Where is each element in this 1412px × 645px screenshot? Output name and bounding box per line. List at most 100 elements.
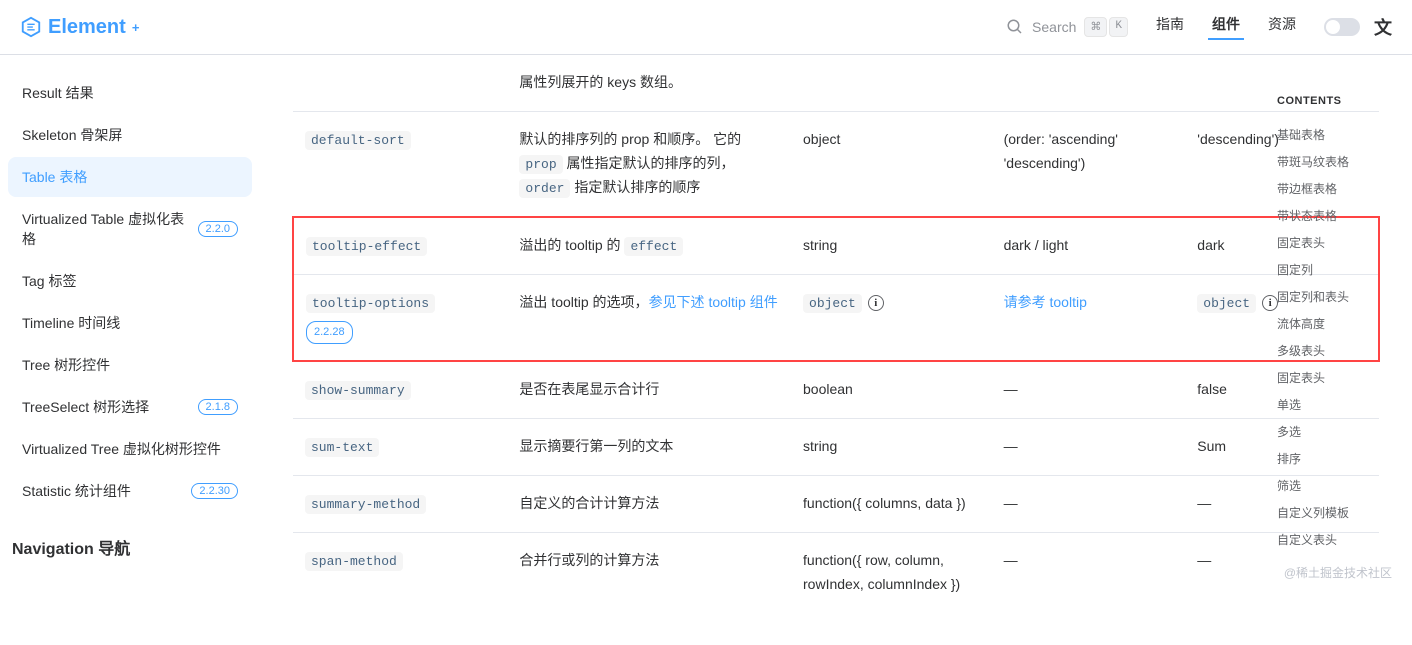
sidebar-item[interactable]: Skeleton 骨架屏 [8,115,252,155]
prop-accepted-cell: — [992,532,1186,612]
sidebar-item[interactable]: Virtualized Tree 虚拟化树形控件 [8,429,252,469]
doc-link[interactable]: 请参考 tooltip [1004,294,1087,310]
version-badge: 2.2.0 [198,221,238,237]
header-nav: 指南组件资源 [1152,14,1300,40]
prop-name-cell: show-summary [293,361,507,419]
toc-item[interactable]: 多级表头 [1277,337,1402,364]
toc-sidebar: CONTENTS 基础表格带斑马纹表格带边框表格带状态表格固定表头固定列固定列和… [1267,55,1412,573]
prop-name-cell: summary-method [293,475,507,532]
prop-accepted-cell: — [992,361,1186,419]
prop-accepted-cell: (order: 'ascending' 'descending') [992,111,1186,216]
prop-accepted-cell [992,55,1186,111]
inline-code: prop [519,155,562,174]
inline-code: order [519,179,570,198]
language-switch-icon[interactable]: 文 [1374,14,1392,40]
toc-item[interactable]: 带状态表格 [1277,202,1402,229]
nav-link-组件[interactable]: 组件 [1208,14,1244,40]
toc-item[interactable]: 固定表头 [1277,364,1402,391]
toc-item[interactable]: 多选 [1277,418,1402,445]
table-row: default-sort默认的排序列的 prop 和顺序。 它的 prop 属性… [293,111,1379,216]
sidebar-item[interactable]: Statistic 统计组件2.2.30 [8,471,252,511]
prop-desc-cell: 溢出的 tooltip 的 effect [507,217,791,275]
table-row: show-summary是否在表尾显示合计行boolean—false [293,361,1379,419]
prop-accepted-cell: 请参考 tooltip [992,274,1186,360]
toc-item[interactable]: 排序 [1277,445,1402,472]
version-badge: 2.1.8 [198,399,238,415]
toc-item[interactable]: 带边框表格 [1277,175,1402,202]
toc-item[interactable]: 固定列 [1277,256,1402,283]
sidebar-item[interactable]: Tree 树形控件 [8,345,252,385]
sidebar-item[interactable]: TreeSelect 树形选择 2.1.8 [8,387,252,427]
prop-desc-cell: 是否在表尾显示合计行 [507,361,791,419]
prop-name: show-summary [305,381,411,400]
prop-accepted-cell: — [992,475,1186,532]
prop-desc-cell: 合并行或列的计算方法 [507,532,791,612]
sidebar-item[interactable]: Tag 标签 [8,261,252,301]
prop-desc-cell: 溢出 tooltip 的选项，参见下述 tooltip 组件 [507,274,791,360]
table-row: sum-text显示摘要行第一列的文本string—Sum [293,418,1379,475]
api-table: 属性列展开的 keys 数组。default-sort默认的排序列的 prop … [292,55,1380,613]
search-label: Search [1032,19,1076,35]
prop-name: default-sort [305,131,411,150]
main-content: 属性列展开的 keys 数组。default-sort默认的排序列的 prop … [260,55,1412,645]
prop-desc-cell: 显示摘要行第一列的文本 [507,418,791,475]
sidebar-item-label: Virtualized Tree 虚拟化树形控件 [22,439,221,459]
sidebar-item-label: Table 表格 [22,167,87,187]
watermark: @稀土掘金技术社区 [1284,564,1392,581]
sidebar-left: Result 结果 Skeleton 骨架屏 Table 表格 Virtualized… [0,55,260,645]
nav-link-指南[interactable]: 指南 [1152,14,1188,40]
info-icon[interactable]: i [868,295,884,311]
prop-name-cell [293,55,507,111]
sidebar-item-label: Statistic 统计组件 [22,481,131,501]
prop-name-cell: tooltip-options2.2.28 [293,274,507,360]
toc-item[interactable]: 自定义表头 [1277,526,1402,553]
sidebar-item-label: Virtualized Table 虚拟化表格 [22,209,198,249]
sidebar-item[interactable]: Table 表格 [8,157,252,197]
prop-accepted-cell: dark / light [992,217,1186,275]
prop-name: summary-method [305,495,426,514]
prop-type-cell: function({ columns, data }) [791,475,992,532]
toc-item[interactable]: 筛选 [1277,472,1402,499]
nav-link-资源[interactable]: 资源 [1264,14,1300,40]
search-box[interactable]: Search ⌘ K [1006,17,1128,37]
table-row: tooltip-options2.2.28溢出 tooltip 的选项，参见下述… [293,274,1379,360]
prop-accepted-cell: — [992,418,1186,475]
inline-code: object [1197,294,1256,313]
toc-item[interactable]: 固定列和表头 [1277,283,1402,310]
logo-plus: + [132,20,140,35]
table-row: summary-method 自定义的合计计算方法function({ colum… [293,475,1379,532]
toc-item[interactable]: 单选 [1277,391,1402,418]
table-row: 属性列展开的 keys 数组。 [293,55,1379,111]
theme-toggle[interactable] [1324,18,1360,36]
app-header: Element + Search ⌘ K 指南组件资源 文 [0,0,1412,55]
sidebar-item[interactable]: Result 结果 [8,73,252,113]
prop-name-cell: default-sort [293,111,507,216]
toc-item[interactable]: 自定义列模板 [1277,499,1402,526]
prop-type-cell: string [791,418,992,475]
prop-type-cell: objecti [791,274,992,360]
prop-type-cell: function({ row, column, rowIndex, column… [791,532,992,612]
prop-name: span-method [305,552,403,571]
sidebar-item-label: Timeline 时间线 [22,313,120,333]
prop-name-cell: span-method [293,532,507,612]
toc-item[interactable]: 固定表头 [1277,229,1402,256]
logo[interactable]: Element + [20,16,139,39]
prop-name-cell: tooltip-effect [293,217,507,275]
toc-item[interactable]: 流体高度 [1277,310,1402,337]
prop-type-cell [791,55,992,111]
prop-type-cell: object [791,111,992,216]
prop-name-cell: sum-text [293,418,507,475]
sidebar-item-label: Skeleton 骨架屏 [22,125,122,145]
sidebar-item-label: TreeSelect 树形选择 [22,397,149,417]
version-badge: 2.2.28 [306,321,353,344]
sidebar-item[interactable]: Virtualized Table 虚拟化表格2.2.0 [8,199,252,259]
element-logo-icon [20,16,42,38]
table-row: span-method 合并行或列的计算方法function({ row, col… [293,532,1379,612]
prop-desc-cell: 自定义的合计计算方法 [507,475,791,532]
doc-link[interactable]: 参见下述 tooltip 组件 [649,294,778,310]
prop-desc-cell: 属性列展开的 keys 数组。 [507,55,791,111]
sidebar-item-label: Tag 标签 [22,271,76,291]
sidebar-item[interactable]: Timeline 时间线 [8,303,252,343]
toc-item[interactable]: 基础表格 [1277,121,1402,148]
toc-item[interactable]: 带斑马纹表格 [1277,148,1402,175]
